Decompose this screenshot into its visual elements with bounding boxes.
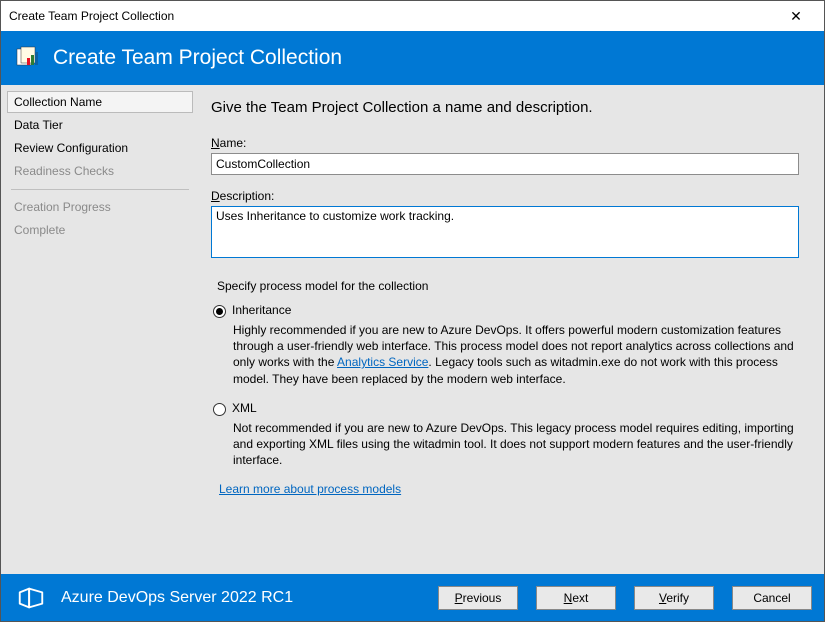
step-data-tier[interactable]: Data Tier xyxy=(7,114,193,136)
close-icon[interactable]: ✕ xyxy=(776,8,816,25)
banner-heading: Create Team Project Collection xyxy=(53,46,342,70)
azure-devops-logo-icon xyxy=(11,583,51,613)
main-panel: Give the Team Project Collection a name … xyxy=(201,85,824,574)
footer: Azure DevOps Server 2022 RC1 Previous Ne… xyxy=(1,574,824,621)
collection-icon xyxy=(15,44,43,72)
description-label: Description: xyxy=(211,189,808,203)
inheritance-label: Inheritance xyxy=(232,303,291,317)
inheritance-radio[interactable] xyxy=(213,305,226,318)
step-review-configuration[interactable]: Review Configuration xyxy=(7,137,193,159)
analytics-service-link[interactable]: Analytics Service xyxy=(337,355,428,369)
step-readiness-checks: Readiness Checks xyxy=(7,160,193,182)
xml-radio-row[interactable]: XML xyxy=(213,401,808,416)
name-label: Name: xyxy=(211,136,808,150)
xml-radio[interactable] xyxy=(213,403,226,416)
inheritance-radio-row[interactable]: Inheritance xyxy=(213,303,808,318)
product-name: Azure DevOps Server 2022 RC1 xyxy=(61,589,293,607)
window-title: Create Team Project Collection xyxy=(9,9,174,23)
inheritance-description: Highly recommended if you are new to Azu… xyxy=(233,322,805,387)
step-creation-progress: Creation Progress xyxy=(7,196,193,218)
process-model-group-label: Specify process model for the collection xyxy=(217,279,808,293)
step-collection-name[interactable]: Collection Name xyxy=(7,91,193,113)
page-instruction: Give the Team Project Collection a name … xyxy=(211,99,808,116)
previous-button[interactable]: Previous xyxy=(438,586,518,610)
name-input[interactable] xyxy=(211,153,799,175)
sidebar-separator xyxy=(11,189,189,190)
verify-button[interactable]: Verify xyxy=(634,586,714,610)
cancel-button[interactable]: Cancel xyxy=(732,586,812,610)
next-button[interactable]: Next xyxy=(536,586,616,610)
titlebar: Create Team Project Collection ✕ xyxy=(1,1,824,31)
learn-more-link[interactable]: Learn more about process models xyxy=(219,482,401,496)
xml-description: Not recommended if you are new to Azure … xyxy=(233,420,805,469)
xml-label: XML xyxy=(232,401,257,415)
step-complete: Complete xyxy=(7,219,193,241)
description-input[interactable] xyxy=(211,206,799,258)
banner: Create Team Project Collection xyxy=(1,31,824,85)
wizard-steps-sidebar: Collection Name Data Tier Review Configu… xyxy=(1,85,201,574)
